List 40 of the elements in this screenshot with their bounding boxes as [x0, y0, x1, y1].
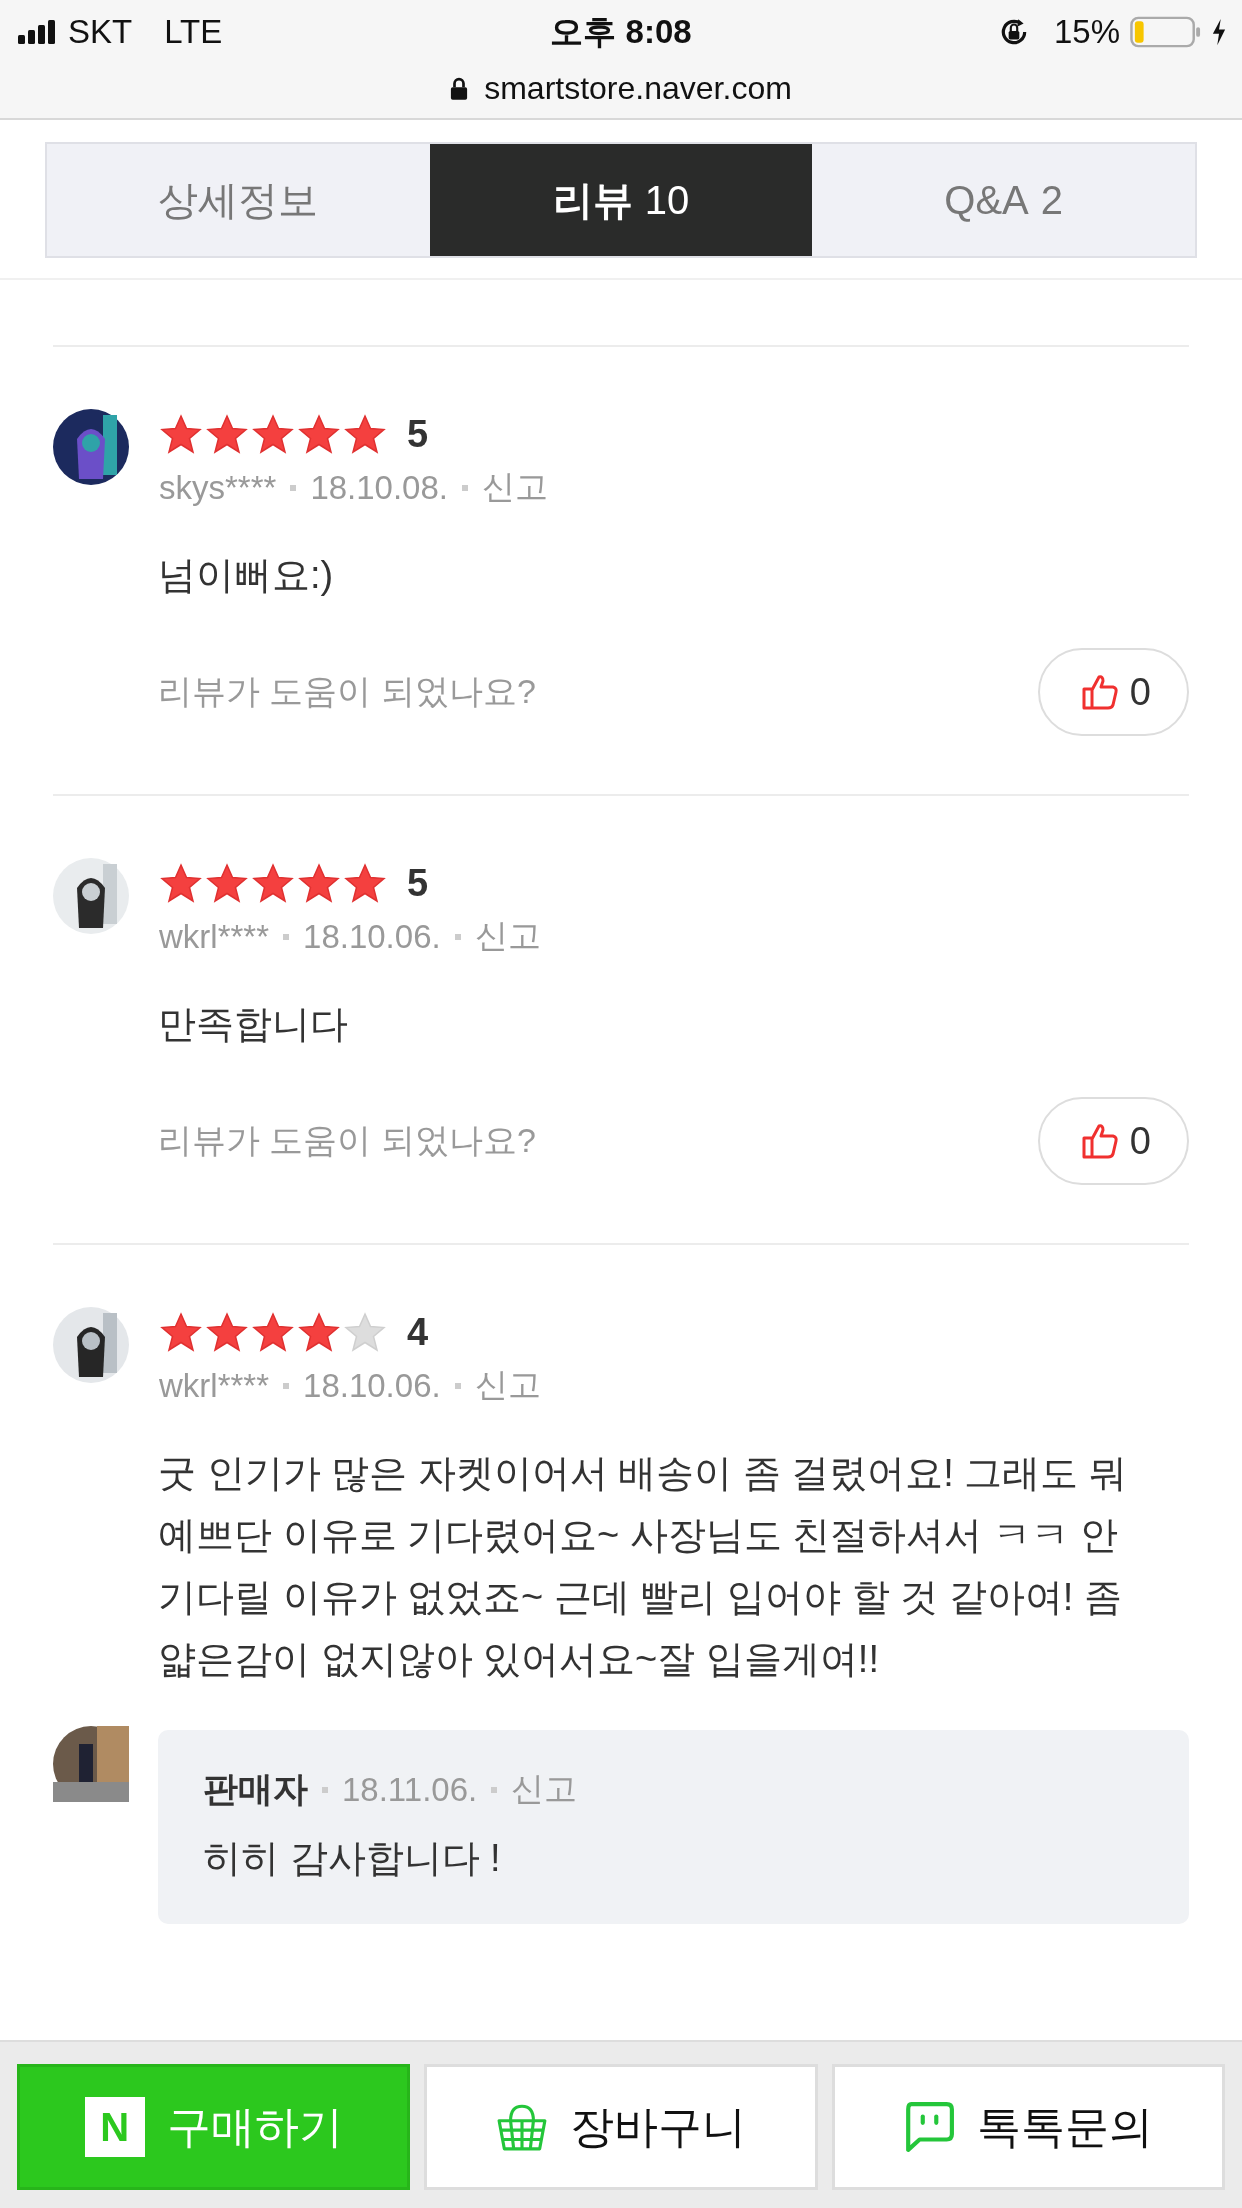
user-id: wkrl**** — [159, 917, 270, 956]
rating-score: 4 — [407, 1310, 429, 1354]
signal-icon — [18, 20, 58, 44]
bottom-action-button[interactable]: 톡톡문의 — [831, 2064, 1225, 2190]
helpful-prompt: 리뷰가 도움이 되었나요? — [158, 671, 536, 712]
reply-author: 판매자 — [203, 1768, 308, 1810]
report-link[interactable]: 신고 — [482, 465, 548, 510]
like-button[interactable]: 0 — [1037, 1097, 1189, 1185]
like-button[interactable]: 0 — [1037, 648, 1189, 736]
bottom-action-button[interactable]: 장바구니 — [424, 2064, 818, 2190]
report-link[interactable]: 신고 — [511, 1767, 578, 1812]
tab[interactable]: Q&A 2 — [812, 144, 1195, 256]
rating-score: 5 — [407, 861, 429, 905]
review-text: 굿 인기가 많은 자켓이어서 배송이 좀 걸렸어요! 그래도 뭐 예쁘단 이유로 기다렸어요~ 사장님도 친절하셔서 ㅋㅋ 안 기다릴 이유가 없었죠~ 근데 빨리 입어야 할 것 같아여! 좀 얇은감이 없지않아 있어서요~잘 입을게여!! — [158, 1451, 1129, 1682]
n-logo: N — [84, 2097, 145, 2157]
tab[interactable]: 리뷰 10 — [429, 144, 813, 256]
user-id: wkrl**** — [159, 1366, 270, 1405]
review-text: 만족합니다 — [158, 1002, 349, 1047]
network-type: LTE — [164, 13, 223, 51]
lock-icon — [450, 76, 469, 101]
helpful-prompt: 리뷰가 도움이 되었나요? — [158, 1120, 536, 1161]
report-link[interactable]: 신고 — [474, 914, 541, 959]
reply-text: 히히 감사합니다 ! — [203, 1836, 502, 1881]
report-link[interactable]: 신고 — [474, 1363, 541, 1408]
url-text[interactable]: smartstore.naver.com — [484, 70, 792, 107]
review-date: 18.10.06. — [303, 917, 441, 956]
tab[interactable]: 상세정보 — [47, 144, 430, 256]
review-date: 18.10.06. — [303, 1366, 441, 1405]
bottom-action-button[interactable]: N 구매하기 — [17, 2064, 411, 2190]
battery-percent: 15% — [1053, 13, 1120, 51]
clock: 오후 8:08 — [549, 11, 693, 52]
carrier: SKT — [68, 13, 133, 51]
review-text: 넘이뻐요:) — [158, 553, 335, 598]
battery-icon — [1130, 16, 1202, 48]
user-id: skys**** — [159, 468, 277, 507]
reply-date: 18.11.06. — [342, 1770, 478, 1809]
rating-score: 5 — [407, 412, 429, 456]
chat-bubble-icon — [903, 2101, 956, 2153]
review-date: 18.10.08. — [310, 468, 448, 507]
charging-icon — [1212, 18, 1226, 46]
